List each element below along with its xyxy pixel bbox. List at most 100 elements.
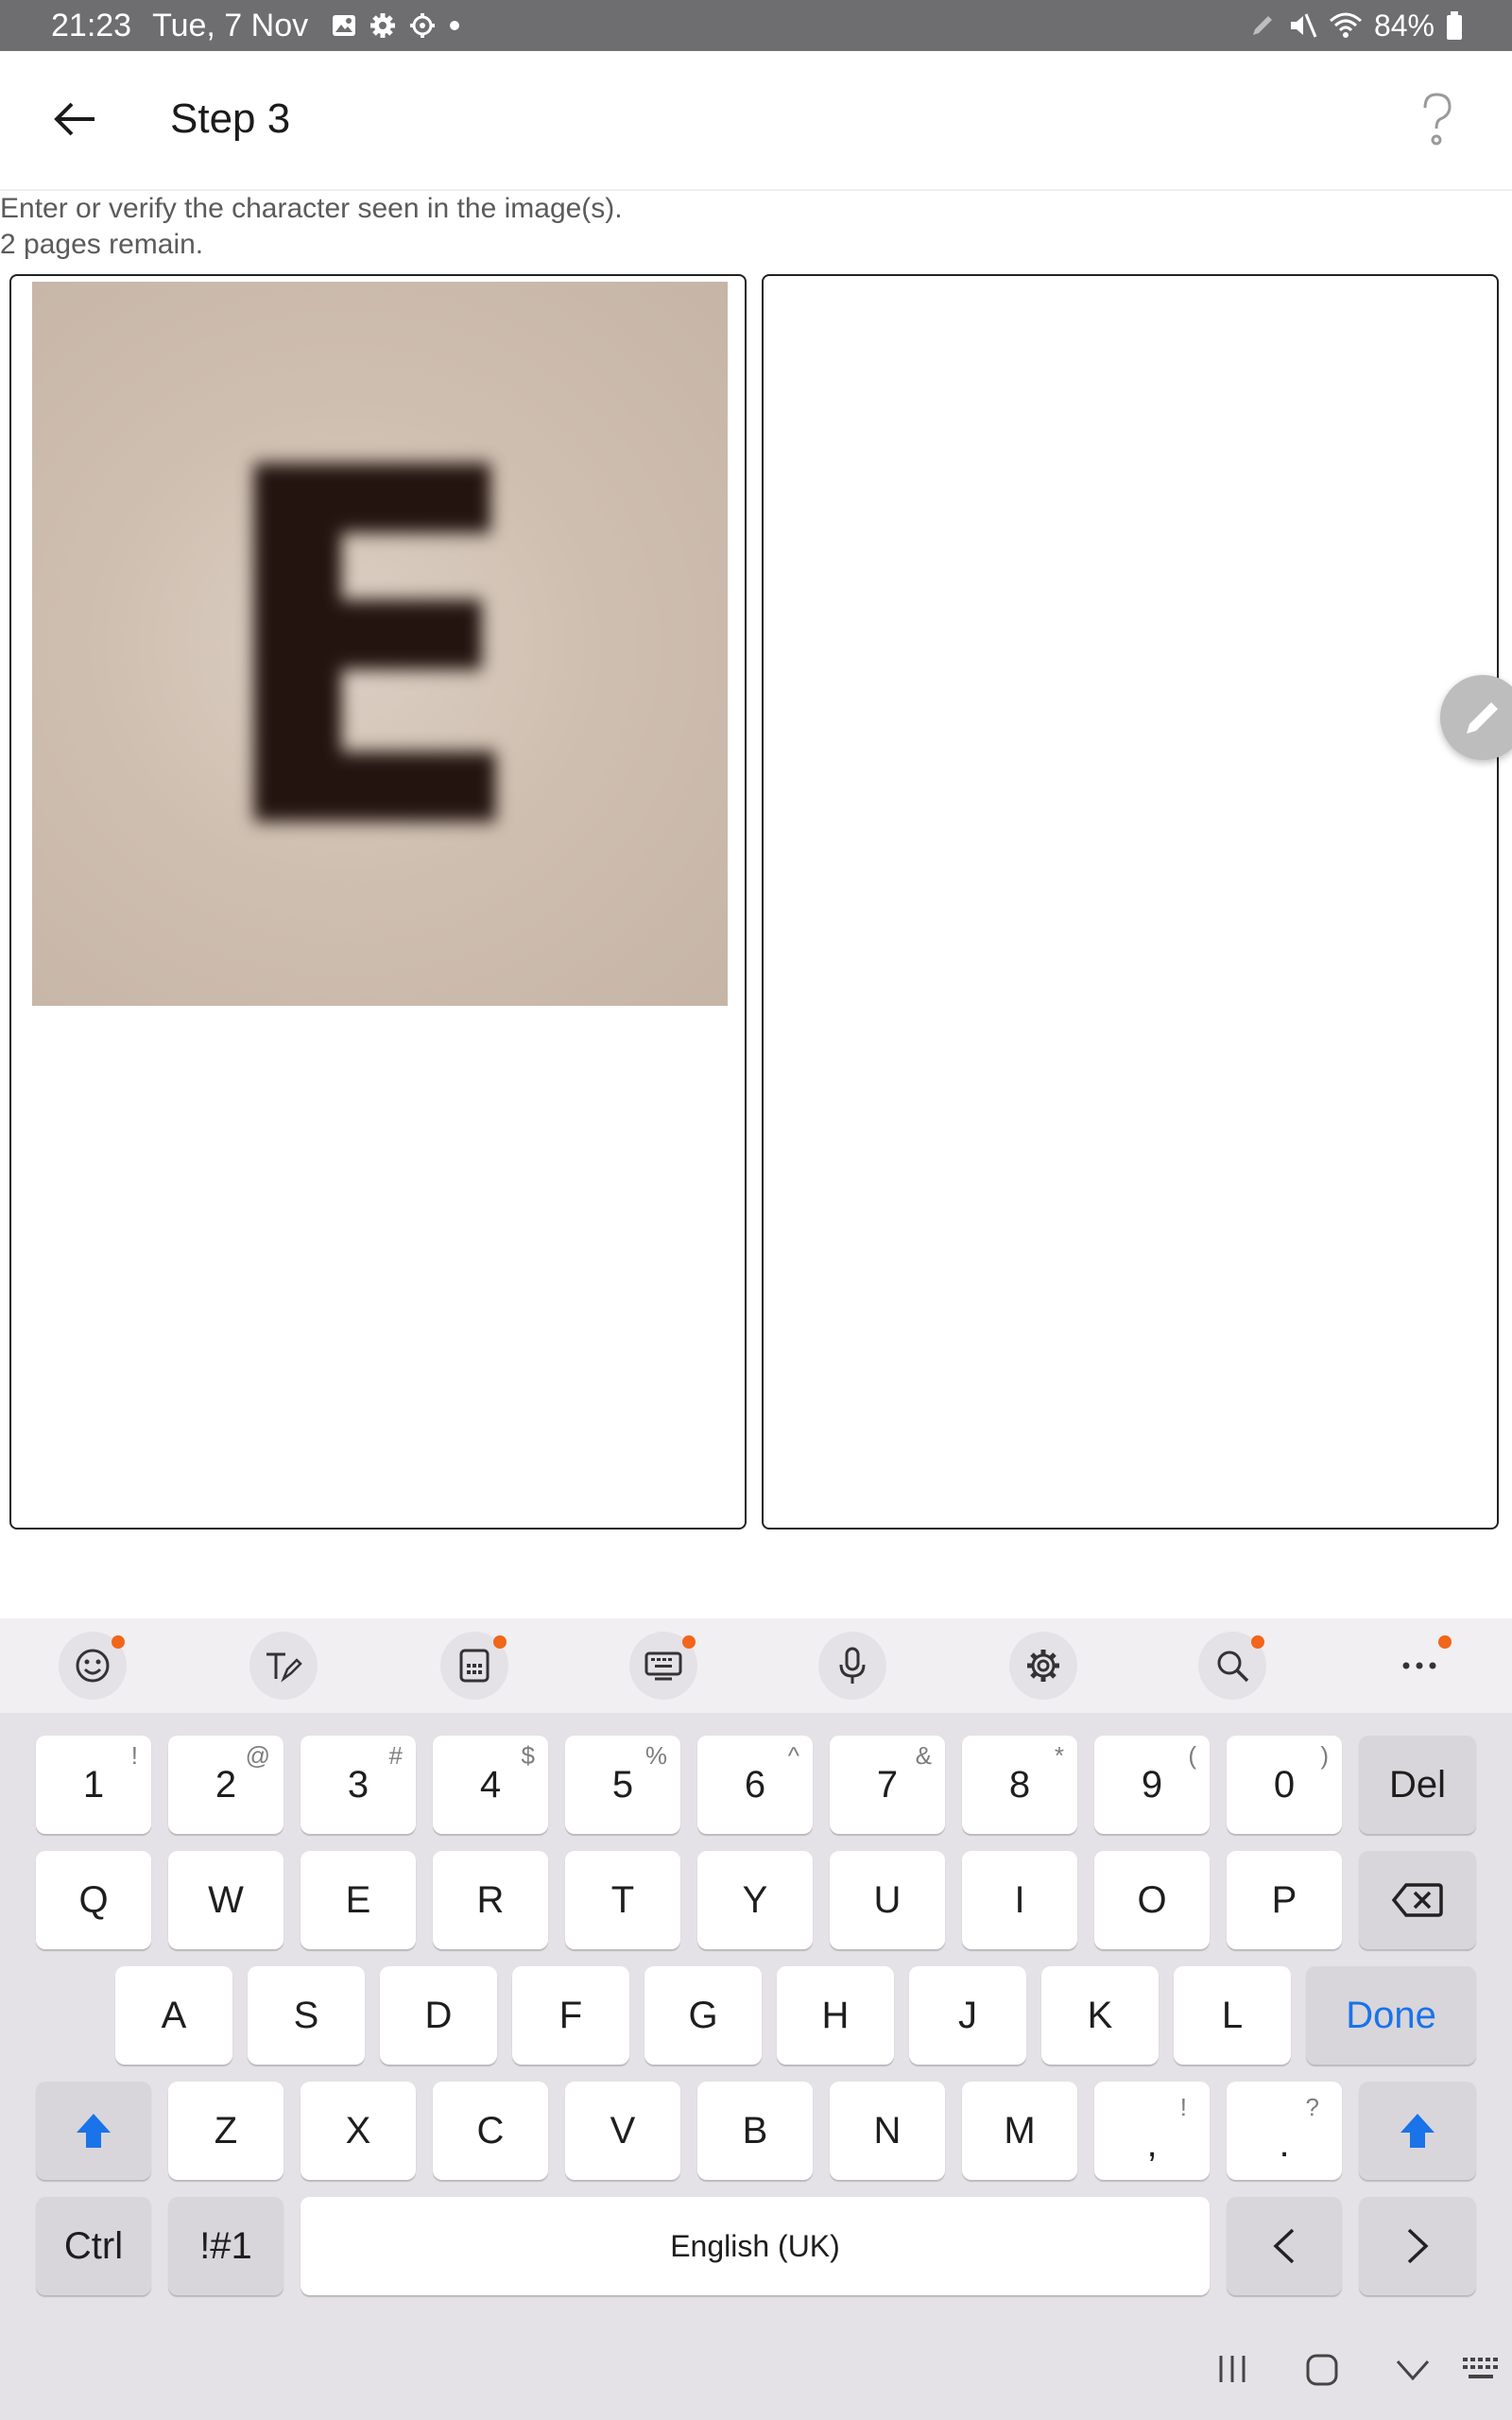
key-c[interactable]: C [433,2082,548,2180]
key-9[interactable]: 9( [1094,1736,1210,1834]
search-icon [1217,1651,1249,1683]
handwriting-icon [266,1652,302,1683]
more-options-button[interactable] [1385,1632,1453,1700]
key-t[interactable]: T [565,1851,680,1949]
date: Tue, 7 Nov [152,7,309,43]
key-a[interactable]: A [115,1966,232,2065]
keypad-icon [459,1649,490,1683]
clock: 21:23 [51,7,132,43]
badge-dot [1251,1635,1264,1649]
shift-key-left[interactable] [36,2082,151,2180]
keyboard-settings-button[interactable] [1009,1632,1077,1700]
key-comma[interactable]: ,! [1094,2082,1210,2180]
back-arrow-icon[interactable] [49,93,102,146]
badge-dot [493,1635,507,1649]
notification-dot-icon [450,21,460,30]
keyboard-toolbar [0,1618,1512,1714]
gear-icon [1027,1650,1059,1682]
key-r[interactable]: R [433,1851,548,1949]
backspace-icon [1391,1883,1443,1917]
shift-key-right[interactable] [1359,2082,1476,2180]
key-j[interactable]: J [909,1966,1026,2065]
image-panel: E [9,274,747,1530]
key-w[interactable]: W [168,1851,284,1949]
done-key[interactable]: Done [1306,1966,1476,2065]
keyboard: 1! 2 @ 3 # 4 $ 5% 6 ^ 7 & 8 * 9( 0) Del Q W E … [0,1618,1512,2420]
key-d[interactable]: D [380,1966,497,2065]
key-4[interactable]: 4 $ [433,1736,548,1834]
key-6[interactable]: 6 ^ [697,1736,813,1834]
space-key[interactable]: English (UK) [301,2197,1210,2295]
cursor-left-key[interactable] [1227,2197,1342,2295]
character-glyph: E [211,365,530,938]
handwriting-button[interactable] [249,1632,318,1700]
symbols-key[interactable]: !#1 [168,2197,284,2295]
pen-icon [1252,16,1272,35]
pencil-icon [1467,702,1498,734]
key-8[interactable]: 8 * [962,1736,1077,1834]
page-title: Step 3 [170,95,291,142]
key-0[interactable]: 0) [1227,1736,1342,1834]
app-bar: Step 3 [0,51,1512,191]
voice-input-button[interactable] [818,1632,886,1700]
battery-icon [1447,11,1462,40]
key-m[interactable]: M [962,2082,1077,2180]
gallery-icon [333,15,356,36]
key-v[interactable]: V [565,2082,680,2180]
key-i[interactable]: I [962,1851,1077,1949]
system-nav-bar [0,2316,1512,2420]
recent-apps-icon[interactable] [1215,2352,1249,2386]
key-p[interactable]: P [1227,1851,1342,1949]
chevron-right-icon [1407,2228,1429,2264]
key-f[interactable]: F [512,1966,629,2065]
badge-dot [112,1635,125,1649]
home-icon[interactable] [1304,2352,1340,2388]
shift-arrow-icon [1400,2114,1435,2148]
key-x[interactable]: X [301,2082,416,2180]
back-chevron-icon[interactable] [1395,2358,1431,2382]
settings-gear-icon [370,13,396,38]
microphone-icon [839,1647,866,1684]
key-y[interactable]: Y [697,1851,813,1949]
delete-key[interactable]: Del [1359,1736,1476,1834]
search-button[interactable] [1198,1632,1266,1700]
keyboard-mode-button[interactable] [629,1632,697,1700]
settings-outline-icon [410,13,436,38]
badge-dot [1438,1635,1452,1649]
key-area: 1! 2 @ 3 # 4 $ 5% 6 ^ 7 & 8 * 9( 0) Del Q W E … [0,1713,1512,2420]
clipboard-button[interactable] [440,1632,508,1700]
shift-arrow-icon [77,2114,111,2148]
ctrl-key[interactable]: Ctrl [36,2197,151,2295]
key-z[interactable]: Z [168,2082,284,2180]
wifi-icon [1329,12,1362,38]
backspace-key[interactable] [1359,1851,1476,1949]
key-period[interactable]: .? [1227,2082,1342,2180]
emoji-button[interactable] [59,1632,127,1700]
chevron-left-icon [1273,2228,1295,2264]
key-h[interactable]: H [777,1966,894,2065]
key-l[interactable]: L [1174,1966,1291,2065]
badge-dot [682,1635,696,1649]
key-3[interactable]: 3 # [301,1736,416,1834]
key-e[interactable]: E [301,1851,416,1949]
key-7[interactable]: 7 & [830,1736,945,1834]
instruction-text: Enter or verify the character seen in th… [0,193,623,224]
key-g[interactable]: G [644,1966,762,2065]
key-5[interactable]: 5% [565,1736,680,1834]
key-2[interactable]: 2 @ [168,1736,284,1834]
cursor-right-key[interactable] [1359,2197,1476,2295]
key-q[interactable]: Q [36,1851,151,1949]
input-panel[interactable] [762,274,1499,1530]
character-image: E [32,282,728,1006]
keyboard-switch-icon[interactable] [1461,2356,1501,2384]
key-k[interactable]: K [1041,1966,1159,2065]
key-o[interactable]: O [1094,1851,1210,1949]
key-1[interactable]: 1! [36,1736,151,1834]
keyboard-icon [644,1651,682,1681]
help-icon[interactable] [1410,89,1463,149]
key-u[interactable]: U [830,1851,945,1949]
key-s[interactable]: S [248,1966,365,2065]
instructions: Enter or verify the character seen in th… [0,191,623,263]
key-b[interactable]: B [697,2082,813,2180]
key-n[interactable]: N [830,2082,945,2180]
